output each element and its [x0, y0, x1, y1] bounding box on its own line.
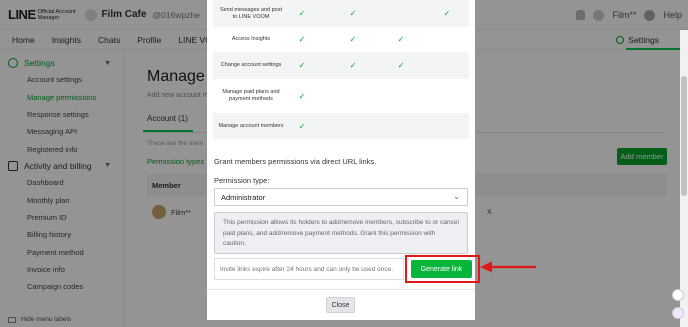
- check-icon: ✓: [298, 121, 306, 131]
- permission-row-label: Access Insights: [231, 36, 271, 42]
- permission-type-select[interactable]: Administrator ⌄: [214, 188, 468, 206]
- generate-link-button[interactable]: Generate link: [411, 260, 472, 278]
- permission-row-label: Change account settings: [220, 62, 282, 68]
- scrollbar-thumb[interactable]: [681, 76, 687, 196]
- check-icon: ✓: [298, 91, 306, 101]
- scroll-top-icon[interactable]: [672, 289, 684, 301]
- grant-text: Grant members permissions via direct URL…: [214, 157, 377, 166]
- divider: [207, 289, 475, 290]
- check-icon: ✓: [397, 35, 405, 44]
- check-icon: ✓: [397, 61, 405, 70]
- permission-table: Send messages and post to LINE VOOM ✓ ✓ ✓ Ac…: [213, 0, 469, 140]
- check-icon: ✓: [349, 35, 357, 44]
- close-button[interactable]: Close: [326, 297, 355, 313]
- permission-type-value: Administrator: [221, 192, 266, 202]
- check-icon: ✓: [349, 61, 357, 70]
- assistant-icon[interactable]: [672, 307, 684, 319]
- check-icon: ✓: [298, 61, 306, 70]
- scrollbar[interactable]: [680, 30, 688, 327]
- permission-row-label: Manage account members: [218, 122, 284, 129]
- permission-description: This permission allows its holders to ad…: [214, 212, 468, 254]
- invite-link-modal: Send messages and post to LINE VOOM ✓ ✓ ✓ Ac…: [207, 0, 480, 320]
- permission-row-label: Send messages and post to LINE VOOM: [219, 6, 283, 20]
- permission-row: Send messages and post to LINE VOOM ✓ ✓ ✓: [213, 0, 469, 28]
- arrow-left-icon: [480, 261, 536, 273]
- check-icon: ✓: [298, 35, 306, 44]
- permission-row: Manage paid plans and payment methods ✓: [213, 80, 469, 113]
- permission-row: Access Insights ✓ ✓ ✓: [213, 28, 469, 52]
- permission-row: Manage account members ✓: [213, 113, 469, 140]
- check-icon: ✓: [443, 9, 451, 18]
- check-icon: ✓: [349, 9, 357, 18]
- invite-link-field[interactable]: [214, 258, 404, 280]
- permission-type-label: Permission type:: [214, 176, 270, 185]
- check-icon: ✓: [298, 9, 306, 18]
- chevron-down-icon: ⌄: [453, 192, 460, 201]
- permission-row: Change account settings ✓ ✓ ✓: [213, 52, 469, 80]
- permission-row-label: Manage paid plans and payment methods: [222, 89, 280, 102]
